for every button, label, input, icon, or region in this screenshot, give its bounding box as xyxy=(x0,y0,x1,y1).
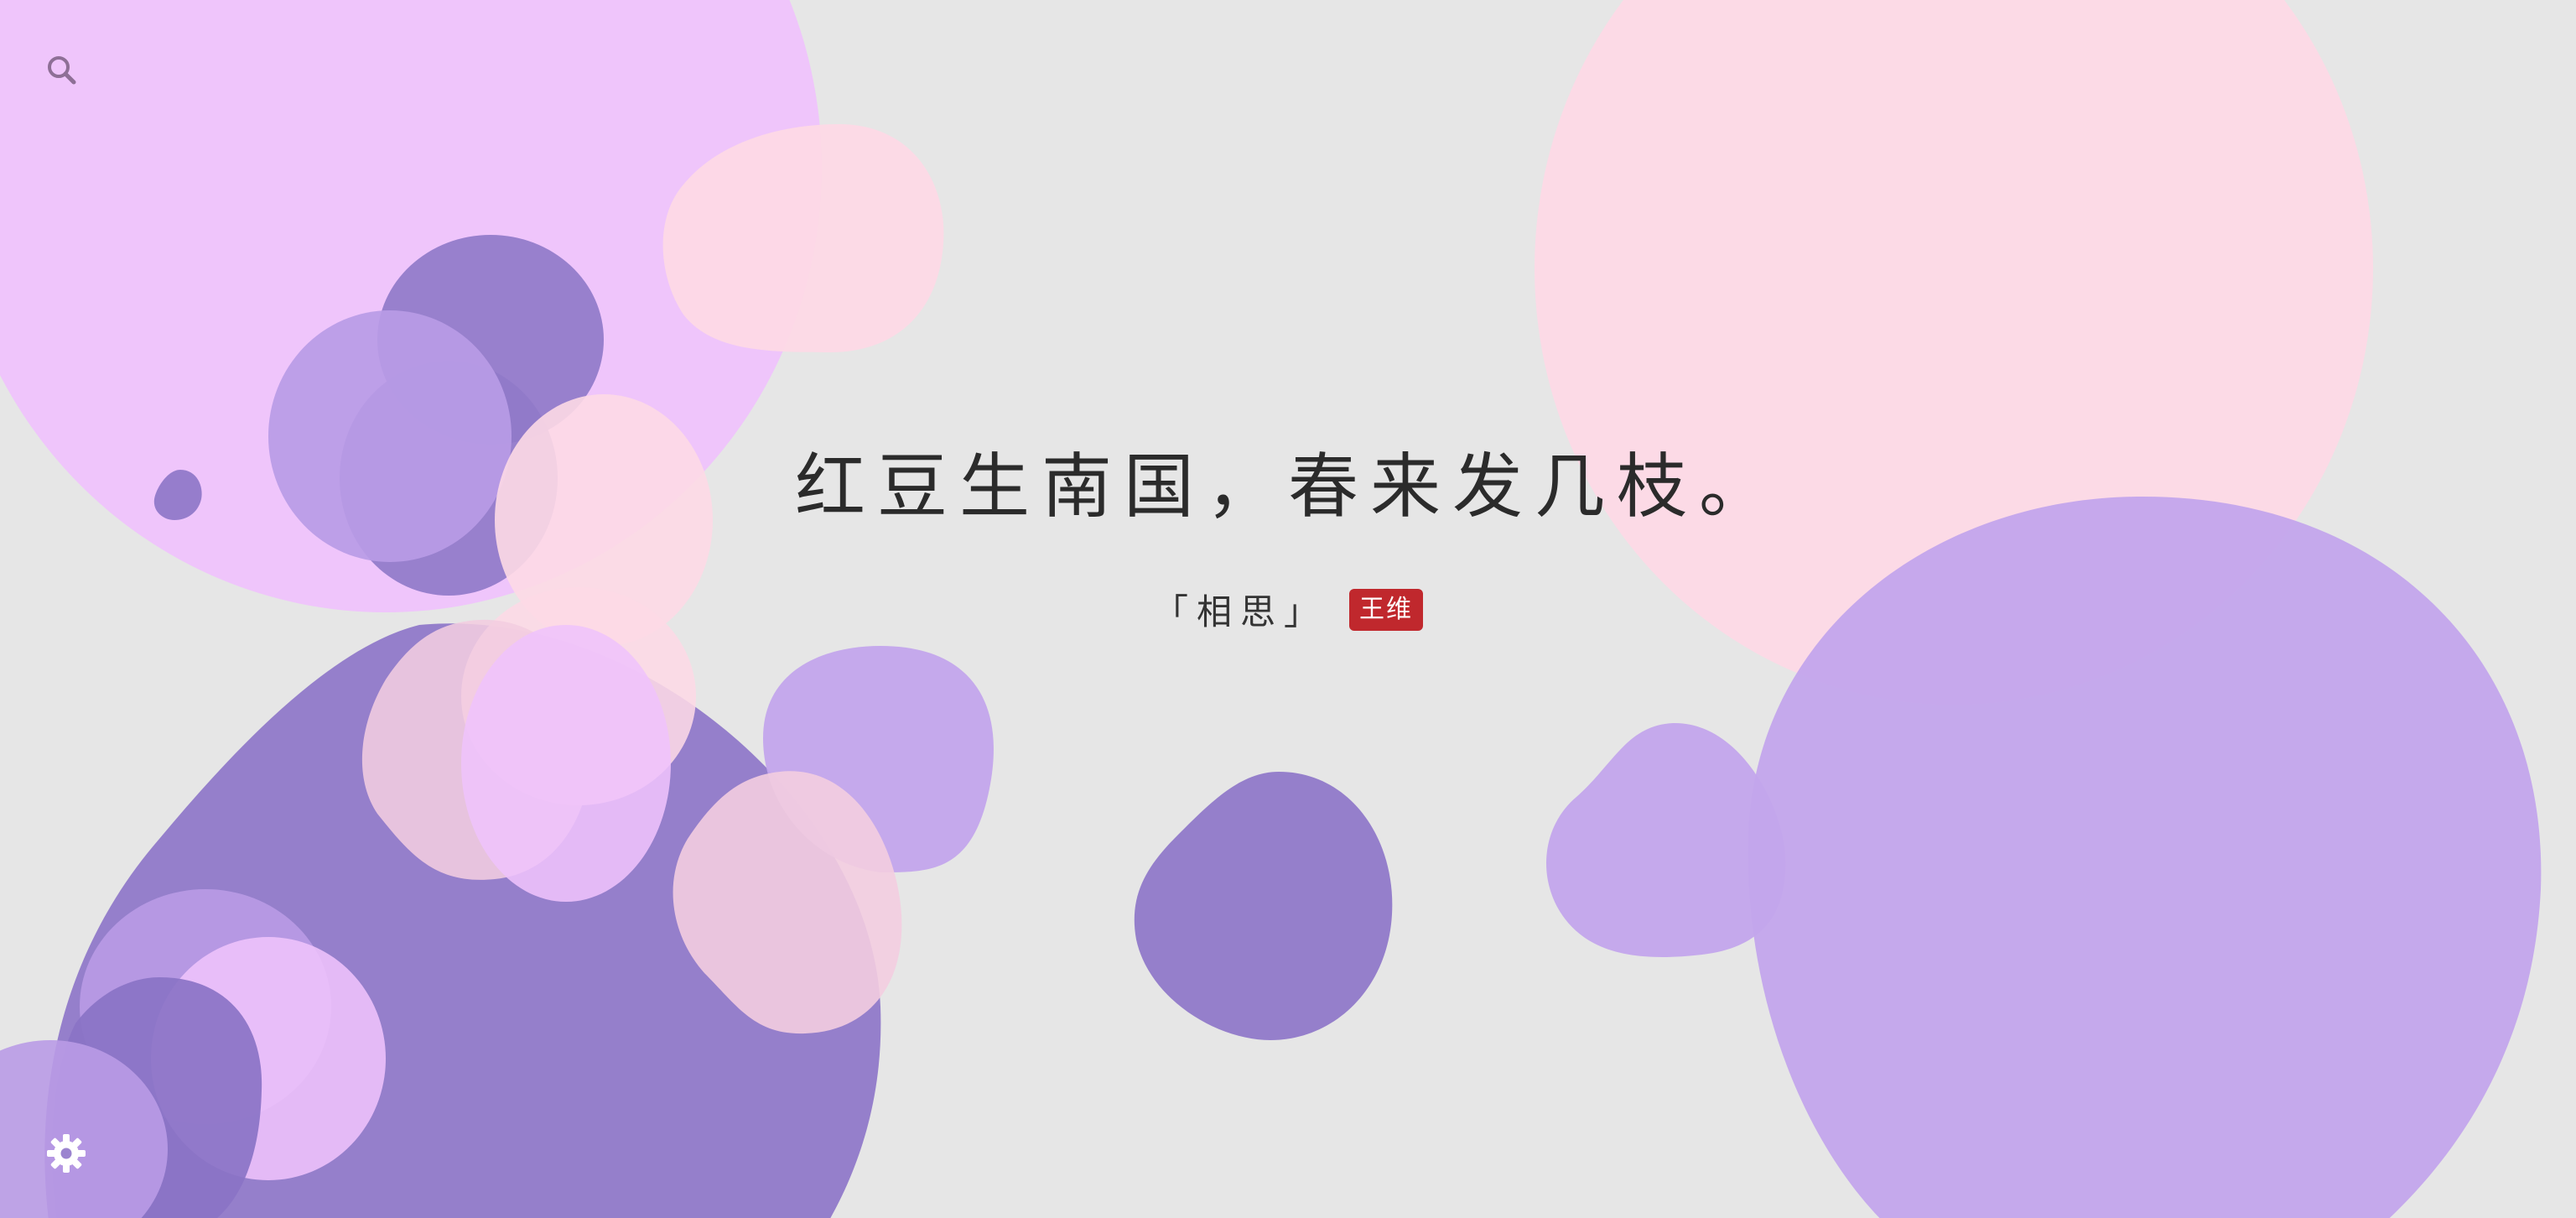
search-icon xyxy=(48,56,76,85)
author-badge[interactable]: 王维 xyxy=(1349,588,1423,631)
poem-meta: 「相思」 王维 xyxy=(0,584,2576,635)
poem-page: 红豆生南国，春来发几枝。 「相思」 王维 xyxy=(0,0,2576,1218)
search-button[interactable] xyxy=(44,52,80,89)
poem-line: 红豆生南国，春来发几枝。 xyxy=(794,445,1781,528)
poem-title: 「相思」 xyxy=(1152,591,1327,632)
gear-icon xyxy=(47,1134,86,1173)
settings-button[interactable] xyxy=(44,1131,89,1176)
blob-lavender-right-mid xyxy=(1546,722,1786,957)
blob-violet-center-bottom xyxy=(1134,772,1393,1040)
blob-lilac-lower xyxy=(461,625,671,902)
